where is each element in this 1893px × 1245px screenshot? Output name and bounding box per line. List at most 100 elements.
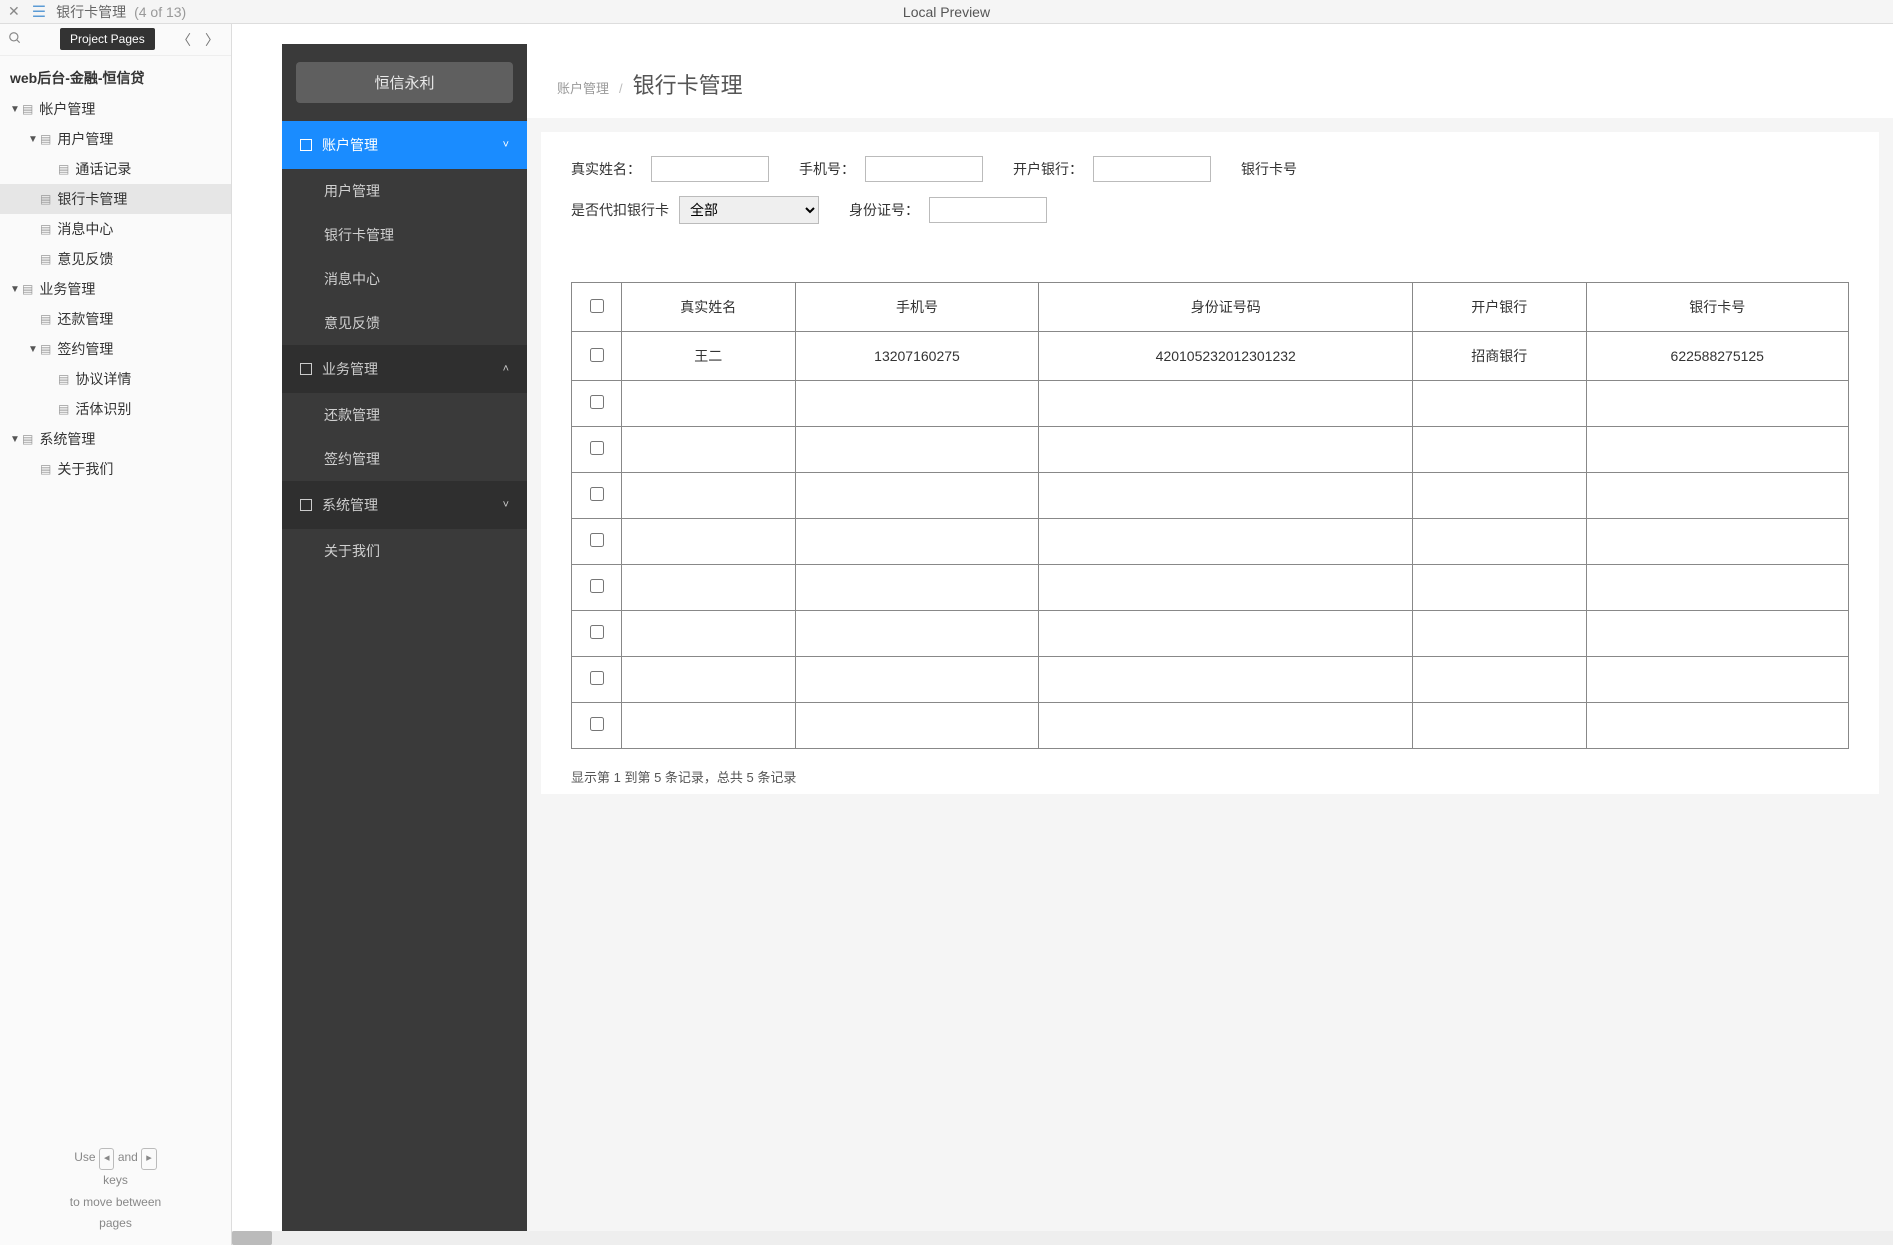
menu-icon[interactable]: ☰ [32,2,46,22]
tree-node[interactable]: ▤活体识别 [0,394,231,424]
table-row [572,657,1849,703]
menu-item[interactable]: 关于我们 [282,529,527,573]
cell-card [1586,565,1849,611]
square-icon [300,139,312,151]
menu-head-label: 业务管理 [322,359,378,379]
tree-node[interactable]: ▤关于我们 [0,454,231,484]
page-icon: ▤ [58,162,69,176]
menu-item[interactable]: 消息中心 [282,257,527,301]
right-key-icon: ▸ [141,1148,157,1170]
row-checkbox[interactable] [590,625,604,639]
checkbox-all[interactable] [590,299,604,313]
app-sidebar: 恒信永利 账户管理˅用户管理银行卡管理消息中心意见反馈业务管理 ˄ 还款管理签约管理… [282,44,527,1245]
page-title: 银行卡管理 [633,68,743,100]
cell-id [1039,381,1413,427]
row-checkbox[interactable] [590,579,604,593]
cell-phone [795,427,1039,473]
table-row [572,473,1849,519]
row-checkbox[interactable] [590,717,604,731]
row-checkbox[interactable] [590,441,604,455]
menu-item[interactable]: 用户管理 [282,169,527,213]
cell-name [622,611,796,657]
menu-head[interactable]: 业务管理 ˄ [282,345,527,393]
cell-name [622,519,796,565]
tree-node[interactable]: ▼▤用户管理 [0,124,231,154]
tree-node-label: 消息中心 [57,219,113,239]
tree-node-label: 帐户管理 [39,99,95,119]
cell-phone [795,519,1039,565]
page-icon: ▤ [40,252,51,266]
row-checkbox[interactable] [590,395,604,409]
row-checkbox[interactable] [590,348,604,362]
menu-item[interactable]: 签约管理 [282,437,527,481]
cell-phone [795,657,1039,703]
cell-phone: 13207160275 [795,332,1039,381]
tree-node[interactable]: ▤协议详情 [0,364,231,394]
prev-page-arrow[interactable]: 〈 [173,28,195,52]
cell-bank [1413,427,1587,473]
breadcrumb: 账户管理 / 银行卡管理 [527,44,1893,118]
project-title: web后台-金融-恒信贷 [0,62,231,94]
input-id-no[interactable] [929,197,1047,223]
breadcrumb-sep: / [619,81,623,96]
tree-node-label: 用户管理 [57,129,113,149]
caret-icon: ▼ [8,284,22,295]
menu-item[interactable]: 银行卡管理 [282,213,527,257]
close-icon[interactable]: ✕ [8,3,20,20]
caret-icon: ▼ [26,134,40,145]
caret-icon: ▼ [8,434,22,445]
input-phone[interactable] [865,156,983,182]
th-id: 身份证号码 [1039,283,1413,332]
tree-node[interactable]: ▼▤帐户管理 [0,94,231,124]
cell-phone [795,381,1039,427]
tree-node[interactable]: ▤意见反馈 [0,244,231,274]
cell-card [1586,657,1849,703]
tree-node[interactable]: ▼▤业务管理 [0,274,231,304]
brand-button[interactable]: 恒信永利 [296,62,513,103]
cell-bank [1413,473,1587,519]
row-checkbox[interactable] [590,487,604,501]
tree-node[interactable]: ▼▤系统管理 [0,424,231,454]
table-footer: 显示第 1 到第 5 条记录，总共 5 条记录 [541,759,1879,794]
menu-head[interactable]: 账户管理˅ [282,121,527,169]
tree-node[interactable]: ▤通话记录 [0,154,231,184]
select-is-proxy[interactable]: 全部 [679,196,819,224]
tree-node[interactable]: ▤消息中心 [0,214,231,244]
cell-id [1039,565,1413,611]
tree-node[interactable]: ▤银行卡管理 [0,184,231,214]
next-page-arrow[interactable]: 〉 [201,28,223,52]
square-icon [300,363,312,375]
input-bank[interactable] [1093,156,1211,182]
label-bank: 开户银行： [1013,159,1083,179]
tree-node[interactable]: ▤还款管理 [0,304,231,334]
cell-id [1039,611,1413,657]
cell-name: 王二 [622,332,796,381]
topbar: ✕ ☰ 银行卡管理 (4 of 13) Local Preview [0,0,1893,24]
table-row: 王二1320716027542010523201230​1232招商银行6225… [572,332,1849,381]
row-checkbox[interactable] [590,671,604,685]
chevron-up-icon: ˄ [503,363,509,375]
input-real-name[interactable] [651,156,769,182]
breadcrumb-parent[interactable]: 账户管理 [557,78,609,97]
menu-item[interactable]: 意见反馈 [282,301,527,345]
horizontal-scrollbar[interactable] [232,1231,1893,1245]
table-wrap: 真实姓名 手机号 身份证号码 开户银行 银行卡号 王二1320716027542… [541,262,1879,759]
page-icon: ▤ [40,342,51,356]
search-icon[interactable] [8,31,22,48]
cell-phone [795,473,1039,519]
tree-node-label: 签约管理 [57,339,113,359]
table-row [572,519,1849,565]
cell-bank [1413,657,1587,703]
square-icon [300,499,312,511]
row-checkbox[interactable] [590,533,604,547]
cell-phone [795,611,1039,657]
page-counter: (4 of 13) [134,4,186,20]
menu-head-label: 系统管理 [322,495,378,515]
tree-node[interactable]: ▼▤签约管理 [0,334,231,364]
menu-head[interactable]: 系统管理˅ [282,481,527,529]
menu-item[interactable]: 还款管理 [282,393,527,437]
tree-node-label: 关于我们 [57,459,113,479]
cell-phone [795,703,1039,749]
cell-name [622,703,796,749]
tree-node-label: 活体识别 [75,399,131,419]
